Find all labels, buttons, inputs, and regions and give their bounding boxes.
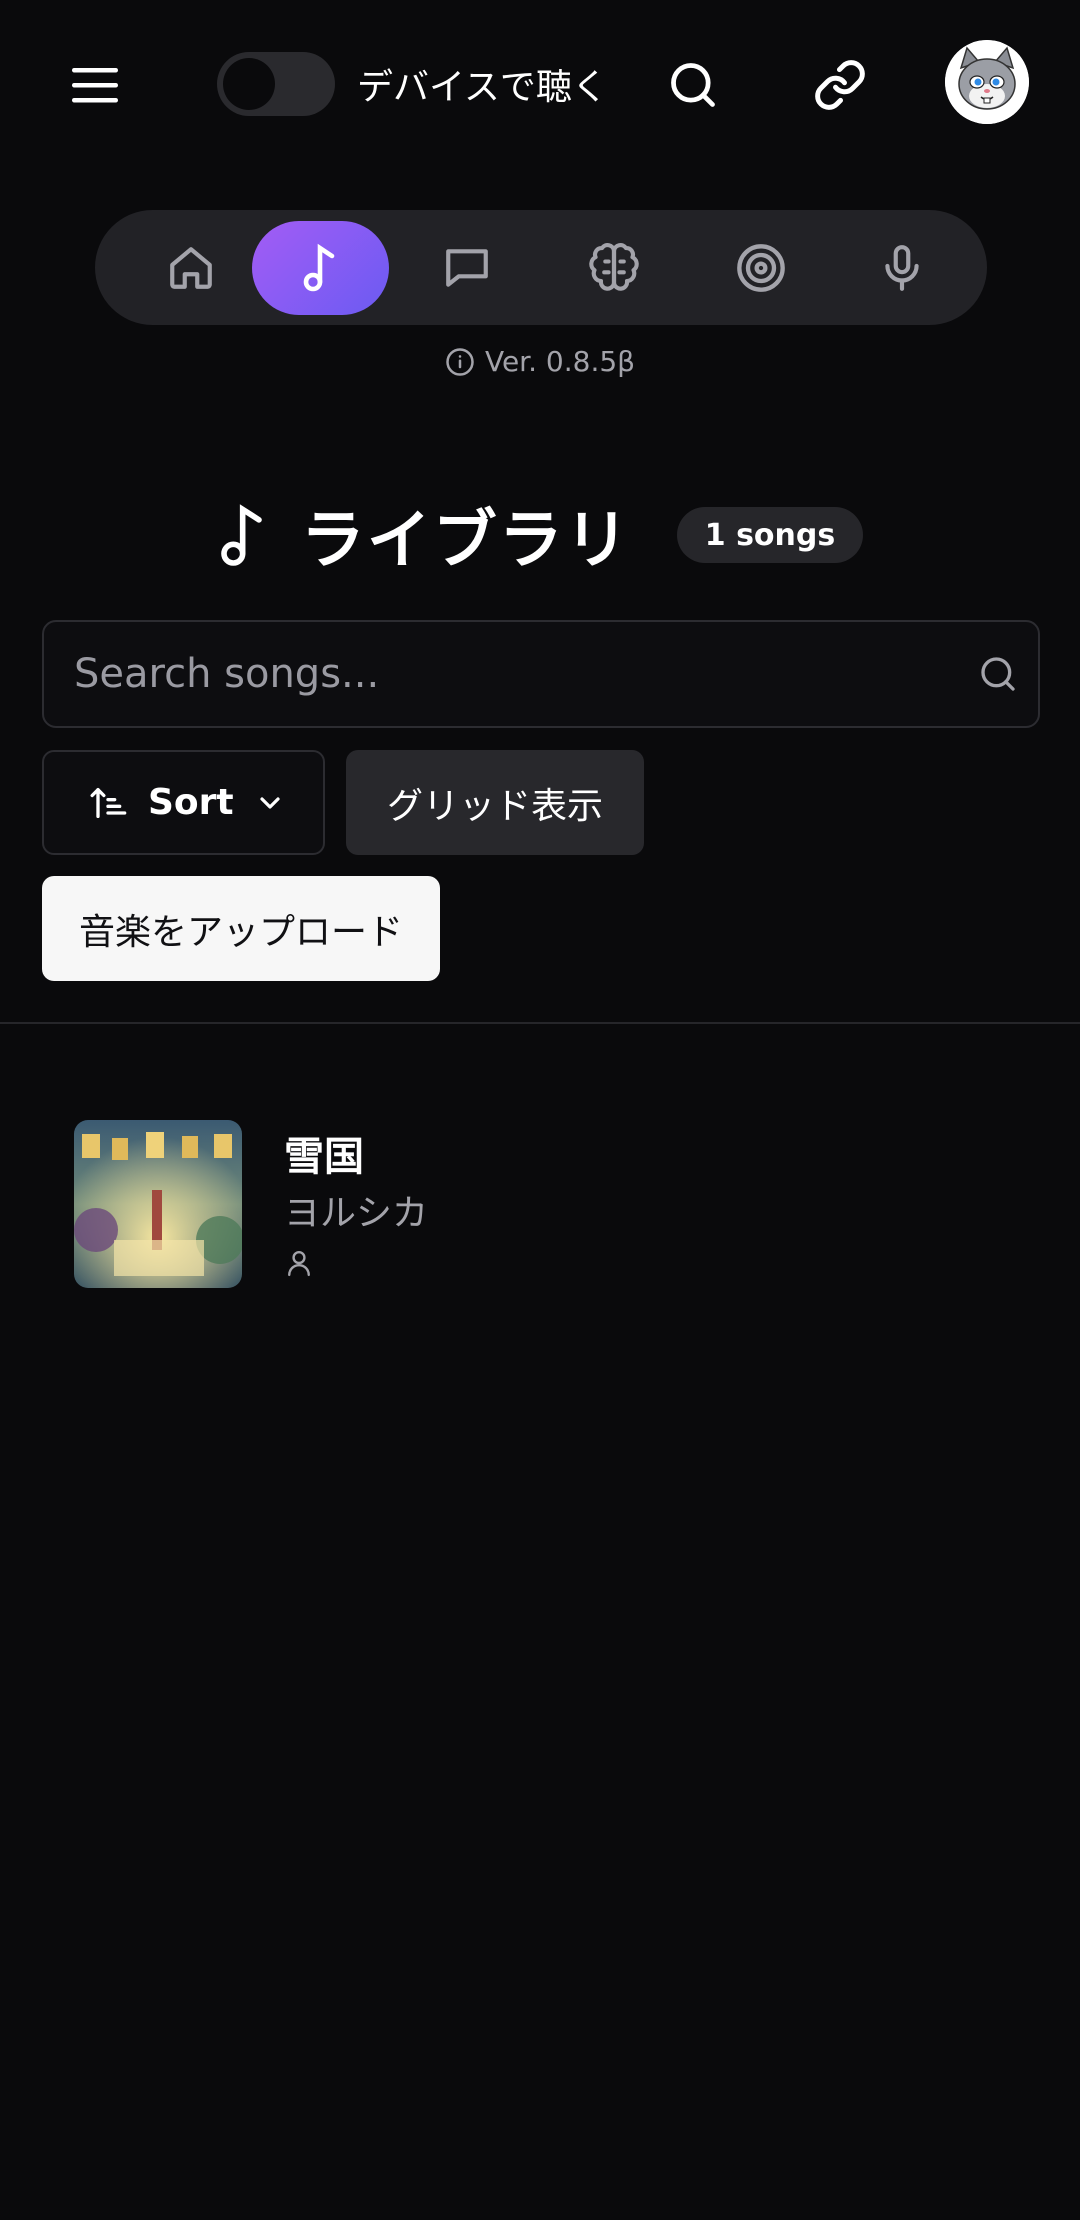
link-icon (815, 60, 865, 110)
chevron-down-icon (260, 796, 280, 809)
search-field-icon-wrap (958, 654, 1038, 694)
menu-button[interactable] (60, 50, 130, 120)
version-text: Ver. 0.8.5β (484, 345, 636, 378)
sort-label: Sort (148, 782, 234, 823)
cat-avatar-icon (945, 40, 1029, 124)
hamburger-menu-icon (72, 68, 118, 103)
user-avatar[interactable] (945, 40, 1029, 124)
home-icon (169, 247, 212, 289)
music-note-icon (303, 243, 334, 292)
nav-microphone[interactable] (833, 221, 970, 315)
search-icon (981, 657, 1015, 691)
brain-icon (588, 243, 639, 291)
nav-home[interactable] (122, 221, 259, 315)
top-bar: デバイスで聴く (0, 0, 1080, 170)
nav-target[interactable] (692, 221, 829, 315)
toggle-label: デバイスで聴く (357, 67, 608, 108)
info-icon (446, 347, 474, 376)
song-list-item[interactable]: 雪国 ヨルシカ (74, 1120, 1014, 1288)
search-field[interactable] (42, 620, 1040, 728)
sort-dropdown[interactable]: Sort (42, 750, 325, 855)
nav-chat[interactable] (398, 221, 535, 315)
song-title: 雪国 (284, 1134, 364, 1180)
sort-ascending-icon (90, 787, 127, 818)
microphone-icon (884, 245, 919, 291)
library-header: ライブラリ 1 songs (0, 495, 1080, 578)
search-button[interactable] (658, 50, 728, 120)
version-info: Ver. 0.8.5β (0, 345, 1080, 378)
target-icon (736, 244, 785, 292)
song-count-badge: 1 songs (676, 507, 864, 563)
toggle-switch[interactable] (217, 52, 335, 116)
link-button[interactable] (805, 50, 875, 120)
user-icon (288, 1250, 310, 1277)
toggle-knob (223, 58, 275, 110)
divider (0, 1022, 1080, 1024)
search-icon (671, 63, 715, 107)
nav-music[interactable] (252, 221, 389, 315)
page-title: ライブラリ (300, 504, 631, 578)
music-library-screen: デバイスで聴く Ver. 0.8.5β ライブラリ 1 songs Search… (0, 0, 1080, 2220)
grid-view-button[interactable]: グリッド表示 (346, 750, 644, 855)
main-nav (95, 210, 987, 325)
listen-on-device-switch[interactable]: デバイスで聴く (217, 52, 608, 116)
chat-icon (445, 249, 488, 287)
song-artist: ヨルシカ (284, 1193, 429, 1234)
album-art-image (74, 1120, 242, 1288)
nav-brain[interactable] (545, 221, 682, 315)
upload-music-button[interactable]: 音楽をアップロード (42, 876, 440, 981)
album-cover (74, 1120, 242, 1288)
music-note-icon (220, 504, 262, 566)
search-input[interactable] (44, 622, 958, 726)
